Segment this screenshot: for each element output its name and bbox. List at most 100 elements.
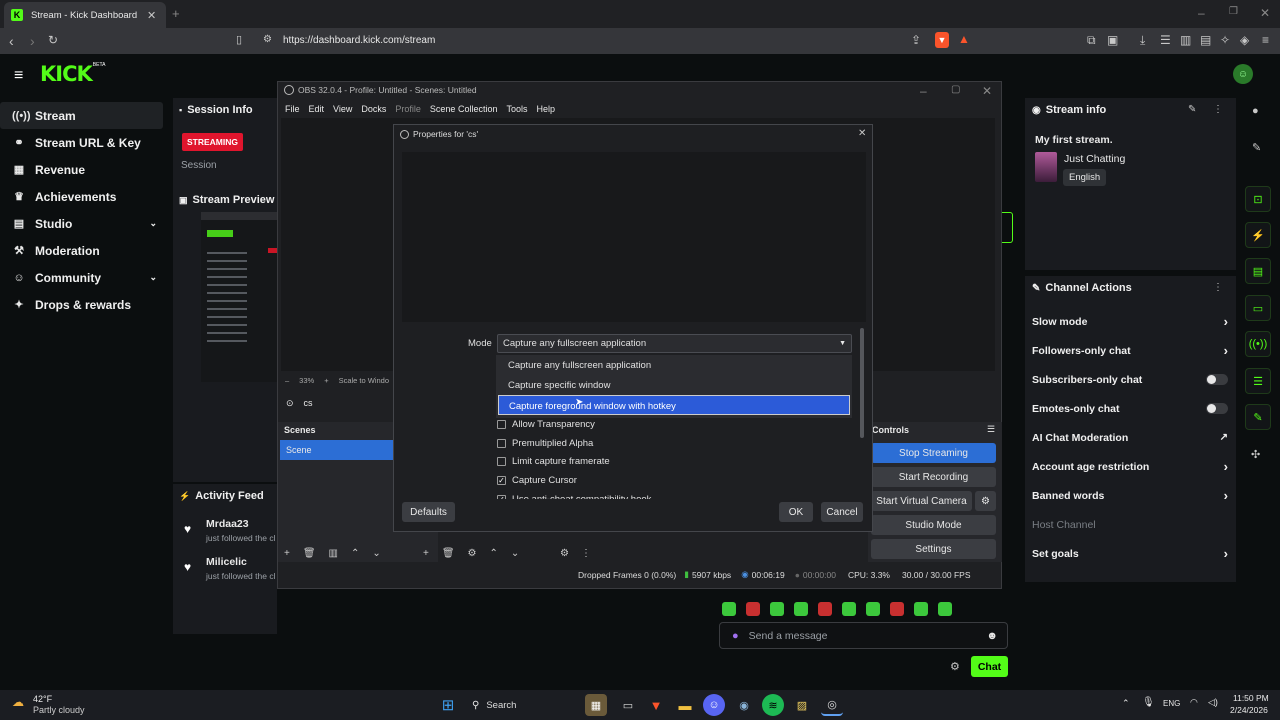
more-options-icon[interactable]: ⋮ (1213, 282, 1223, 293)
move-down-icon[interactable]: ⌄ (511, 548, 519, 559)
hamburger-menu-icon[interactable]: ≡ (14, 67, 23, 85)
start-recording-button[interactable]: Start Recording (871, 467, 996, 487)
chat-send-button[interactable]: Chat (971, 656, 1008, 677)
widgets-app-icon[interactable]: ▦ (585, 694, 607, 716)
bookmarks-icon[interactable]: ☰ (1160, 33, 1171, 47)
document-icon[interactable]: ▤ (1245, 258, 1271, 284)
settings-button[interactable]: Settings (871, 539, 996, 559)
taskbar-search[interactable]: ⚲ Search (466, 694, 576, 716)
download-icon[interactable]: ⤓ (1140, 33, 1145, 48)
screenshot-icon[interactable]: ▣ (1107, 33, 1118, 47)
activity-user[interactable]: Mrdaa23 (206, 518, 249, 530)
channel-action-item[interactable]: Account age restriction › (1025, 452, 1236, 481)
remove-source-icon[interactable]: 🗑 (442, 548, 455, 559)
checkbox-option[interactable]: Limit capture framerate (497, 452, 837, 471)
more-options-icon[interactable]: ⋮ (1213, 104, 1223, 115)
wrench-icon[interactable]: ✎ (1245, 404, 1271, 430)
source-settings-icon[interactable]: ⚙ (468, 548, 477, 559)
channel-action-item[interactable]: Subscribers-only chat (1025, 365, 1236, 394)
start-virtual-camera-button[interactable]: Start Virtual Camera (871, 491, 972, 511)
brave-rewards-icon[interactable]: ▲ (958, 32, 970, 46)
emote-icon[interactable] (914, 602, 928, 616)
brave-shield-icon[interactable]: ▼ (935, 32, 949, 48)
sidebar-item[interactable]: ▤ Studio ⌄ (0, 210, 163, 237)
channel-action-item[interactable]: Emotes-only chat (1025, 394, 1236, 423)
microphone-icon[interactable]: 🎙 (1142, 697, 1155, 708)
checkbox-option[interactable]: Premultiplied Alpha (497, 434, 837, 453)
sidebar-item[interactable]: ▦ Revenue (0, 156, 163, 183)
focus-icon[interactable]: ⊡ (1245, 186, 1271, 212)
task-view-icon[interactable]: ▭ (617, 694, 639, 716)
sidebar-item[interactable]: ♛ Achievements (0, 183, 163, 210)
sidebar-item[interactable]: ((•)) Stream (0, 102, 163, 129)
new-tab-icon[interactable]: + (172, 6, 180, 21)
channel-action-item[interactable]: AI Chat Moderation ↗ (1025, 423, 1236, 452)
channel-action-item[interactable]: Host Channel (1025, 510, 1236, 539)
vpn-icon[interactable]: ◈ (1240, 33, 1249, 47)
session-label[interactable]: Session (181, 160, 217, 171)
checkbox[interactable] (497, 419, 506, 429)
file-explorer-icon[interactable]: ▬ (674, 694, 696, 716)
emote-icon[interactable] (866, 602, 880, 616)
channel-action-item[interactable]: Set goals › (1025, 539, 1236, 568)
defaults-button[interactable]: Defaults (402, 502, 455, 522)
stop-streaming-button[interactable]: Stop Streaming (871, 443, 996, 463)
volume-icon[interactable]: ◁) (1208, 697, 1218, 708)
emote-icon[interactable] (722, 602, 736, 616)
restore-window-icon[interactable]: ❐ (1229, 6, 1238, 17)
dialog-close-icon[interactable]: ✕ (858, 128, 866, 139)
stream-preview-video[interactable] (201, 212, 277, 382)
channel-action-item[interactable]: Banned words › (1025, 481, 1236, 510)
menu-icon[interactable]: ≡ (1262, 33, 1269, 47)
zoom-out-icon[interactable]: – (285, 376, 289, 385)
dock-menu-icon[interactable]: ☰ (987, 424, 995, 435)
mixer-menu-icon[interactable]: ⋮ (581, 548, 591, 559)
microphone-icon[interactable]: ● (732, 630, 739, 642)
mode-option[interactable]: Capture any fullscreen application (498, 355, 850, 375)
clock-date[interactable]: 2/24/2026 (1230, 705, 1268, 715)
sidebar-item[interactable]: ⚒ Moderation (0, 237, 163, 264)
virtual-camera-settings-icon[interactable]: ⚙ (975, 491, 996, 511)
discord-icon[interactable]: ☺ (703, 694, 725, 716)
emote-icon[interactable] (794, 602, 808, 616)
emote-icon[interactable] (842, 602, 856, 616)
obs-menu-item[interactable]: Tools (506, 104, 527, 114)
extensions-icon[interactable]: ⧉ (1087, 33, 1096, 48)
wallet-icon[interactable]: ▤ (1200, 33, 1211, 47)
user-avatar[interactable]: ☺ (1233, 64, 1253, 84)
audio-settings-icon[interactable]: ⚙ (560, 548, 569, 559)
zoom-in-icon[interactable]: + (324, 376, 328, 385)
studio-mode-button[interactable]: Studio Mode (871, 515, 996, 535)
obs-menu-item[interactable]: Help (536, 104, 555, 114)
obs-menu-item[interactable]: Scene Collection (430, 104, 498, 114)
sidebar-item[interactable]: ☺ Community ⌄ (0, 264, 163, 291)
mode-option[interactable]: Capture foreground window with hotkey (498, 395, 850, 415)
obs-menu-item[interactable]: View (333, 104, 352, 114)
lightning-icon[interactable]: ⚡ (1245, 222, 1271, 248)
checkbox[interactable] (497, 457, 506, 467)
add-widget-icon[interactable]: ✣ (1251, 448, 1260, 461)
obs-menu-item[interactable]: File (285, 104, 300, 114)
tray-expand-icon[interactable]: ⌃ (1122, 698, 1130, 709)
kick-logo[interactable]: KICK BETA (40, 62, 105, 86)
filter-icon[interactable]: ▥ (329, 548, 338, 559)
info-icon[interactable]: ● (1252, 105, 1259, 117)
browser-tab[interactable]: K Stream - Kick Dashboard ✕ (4, 2, 166, 28)
leo-ai-icon[interactable]: ✧ (1220, 33, 1230, 47)
obs-menu-item[interactable]: Profile (395, 104, 421, 114)
toggle-switch[interactable] (1206, 374, 1228, 385)
back-icon[interactable]: ‹ (9, 33, 14, 49)
reload-icon[interactable]: ↻ (48, 33, 58, 47)
toggle-switch[interactable] (1206, 403, 1228, 414)
ok-button[interactable]: OK (779, 502, 813, 522)
close-window-icon[interactable]: ✕ (1260, 6, 1270, 20)
obs-maximize-icon[interactable]: ▢ (951, 84, 960, 95)
move-down-icon[interactable]: ⌄ (372, 548, 380, 559)
weather-widget[interactable]: ☁ 42°F Partly cloudy (12, 693, 102, 717)
language-indicator[interactable]: ENG (1163, 699, 1180, 708)
cancel-button[interactable]: Cancel (821, 502, 863, 522)
sidebar-item[interactable]: ⚭ Stream URL & Key (0, 129, 163, 156)
remove-scene-icon[interactable]: 🗑 (303, 548, 316, 559)
file-app-icon[interactable]: ▨ (791, 694, 813, 716)
obs-close-icon[interactable]: ✕ (982, 84, 992, 98)
